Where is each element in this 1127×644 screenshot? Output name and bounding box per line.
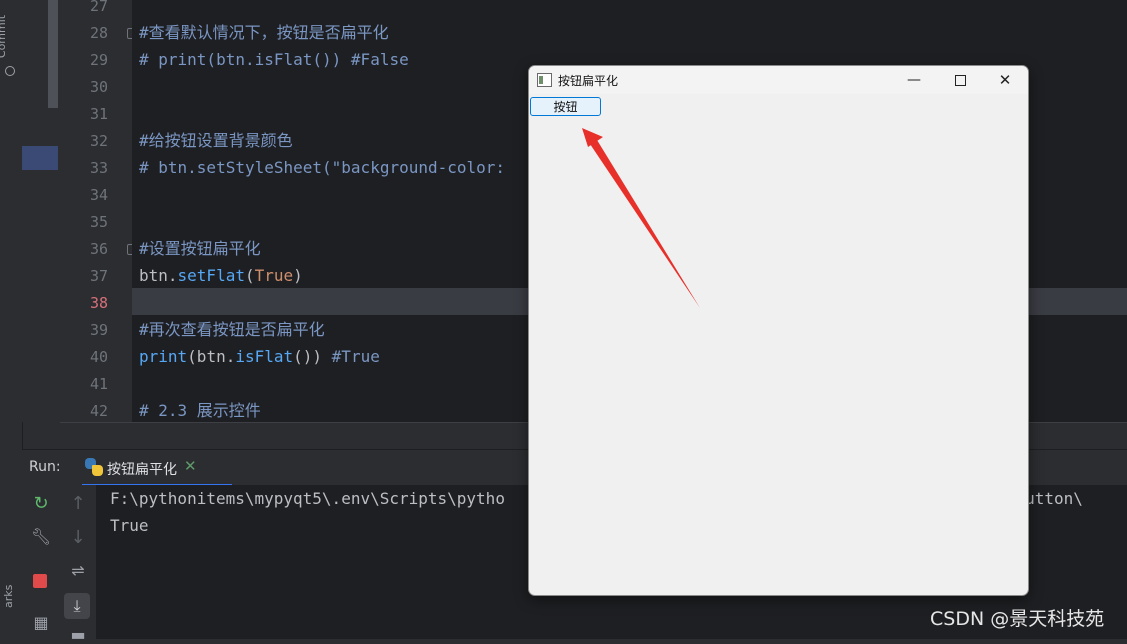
print-icon[interactable]: ▬ xyxy=(66,625,90,644)
console-toolbar: ↑ ↓ ⇌ ⤓ ▬ xyxy=(60,485,96,644)
code-line: #查看默认情况下，按钮是否扁平化 xyxy=(139,23,389,42)
line-number: 31 xyxy=(89,105,108,123)
code-token: (btn. xyxy=(187,347,236,366)
code-line: #再次查看按钮是否扁平化 xyxy=(139,320,325,339)
stop-icon[interactable] xyxy=(33,574,47,588)
line-number: 32 xyxy=(89,132,108,150)
window-titlebar[interactable]: 按钮扁平化 — ✕ xyxy=(529,66,1028,94)
app-window-icon xyxy=(537,73,552,87)
left-tool-strip: Commit arks xyxy=(0,0,23,639)
maximize-icon xyxy=(954,75,966,86)
console-line: True xyxy=(110,516,149,535)
maximize-button[interactable] xyxy=(937,68,983,92)
code-line: btn.setFlat(True) xyxy=(139,262,303,289)
line-number: 28 xyxy=(89,24,108,42)
code-token-function: isFlat xyxy=(235,347,294,366)
line-number: 34 xyxy=(89,186,108,204)
run-tab-label: 按钮扁平化 xyxy=(107,462,177,478)
code-line: #给按钮设置背景颜色 xyxy=(139,131,293,150)
commit-tab-label: Commit xyxy=(0,14,9,59)
layout-icon[interactable]: ▦ xyxy=(29,613,53,632)
code-line: #设置按钮扁平化 xyxy=(139,239,261,258)
line-number: 37 xyxy=(89,267,108,285)
code-line: print(btn.isFlat()) #True xyxy=(139,343,380,370)
code-line: # print(btn.isFlat()) #False xyxy=(139,50,409,69)
editor-gutter: 27 28 29 30 31 32 33 34 35 36 37 38 39 4… xyxy=(22,0,138,422)
arrow-down-icon[interactable]: ↓ xyxy=(66,527,90,548)
arrow-up-icon[interactable]: ↑ xyxy=(66,493,90,514)
close-icon[interactable]: ✕ xyxy=(184,457,197,475)
line-number: 29 xyxy=(89,51,108,69)
code-token-function: setFlat xyxy=(177,266,245,285)
watermark: CSDN @景天科技苑 xyxy=(930,608,1105,630)
line-number: 40 xyxy=(89,348,108,366)
code-token: btn. xyxy=(139,266,178,285)
code-token-comment: #True xyxy=(331,347,380,366)
run-label: Run: xyxy=(29,459,61,475)
run-toolbar: ↻ 🔧︎ ▦ xyxy=(22,485,60,639)
line-number: 27 xyxy=(89,0,108,15)
run-tab[interactable]: 按钮扁平化 ✕ xyxy=(82,450,232,486)
line-number: 36 xyxy=(89,240,108,258)
commit-icon xyxy=(5,66,15,76)
code-token: ( xyxy=(244,266,255,285)
active-line-number: 38 xyxy=(89,294,108,312)
line-number: 41 xyxy=(89,375,108,393)
line-number: 33 xyxy=(89,159,108,177)
soft-wrap-icon[interactable]: ⇌ xyxy=(66,561,90,580)
minimize-button[interactable]: — xyxy=(891,68,937,92)
code-token: ()) xyxy=(293,347,332,366)
bookmarks-tab-label[interactable]: arks xyxy=(2,585,15,608)
wrench-icon[interactable]: 🔧︎ xyxy=(29,527,53,546)
rerun-icon[interactable]: ↻ xyxy=(29,493,53,514)
code-line: # 2.3 展示控件 xyxy=(139,401,261,420)
code-token-keyword: True xyxy=(254,266,294,285)
gutter-selection-marker xyxy=(22,146,58,170)
qt-app-window: 按钮扁平化 — ✕ 按钮 xyxy=(528,65,1029,596)
code-token-function: print xyxy=(139,347,188,366)
flat-push-button[interactable]: 按钮 xyxy=(530,97,601,116)
code-line: # btn.setStyleSheet("background-color: xyxy=(139,158,515,177)
line-number: 30 xyxy=(89,78,108,96)
close-button[interactable]: ✕ xyxy=(982,68,1028,92)
line-number: 42 xyxy=(89,402,108,420)
line-number: 39 xyxy=(89,321,108,339)
window-title: 按钮扁平化 xyxy=(558,74,619,88)
commit-tool-tab[interactable]: Commit xyxy=(0,4,20,78)
python-icon xyxy=(85,458,103,476)
line-number: 35 xyxy=(89,213,108,231)
scroll-to-end-icon[interactable]: ⤓ xyxy=(64,593,90,619)
code-token: ) xyxy=(293,266,303,285)
gutter-marker-strip xyxy=(48,0,58,108)
